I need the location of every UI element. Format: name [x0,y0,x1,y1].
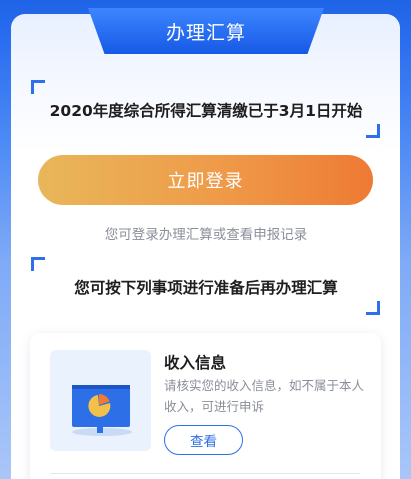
item-description: 请核实您的收入信息，如不属于本人收入，可进行申诉 [164,378,365,414]
income-thumbnail [50,350,151,451]
frame-corner-top-left [31,80,45,94]
prep-heading: 您可按下列事项进行准备后再办理汇算 [74,279,338,297]
income-info-card: 收入信息 请核实您的收入信息，如不属于本人收入，可进行申诉 查看 [30,333,381,479]
frame-corner-bottom-right [366,301,380,315]
divider [50,473,360,474]
login-hint-text: 您可登录办理汇算或查看申报记录 [104,227,308,243]
frame-corner-bottom-right [366,124,380,138]
item-title: 收入信息 [164,354,227,372]
announcement-text: 2020年度综合所得汇算清缴已于3月1日开始 [49,102,363,120]
frame-corner-top-left [31,257,45,271]
login-button[interactable]: 立即登录 [38,155,373,205]
view-button[interactable]: 查看 [164,425,243,455]
presentation-pie-chart-icon [72,385,132,436]
banner-title: 办理汇算 [165,21,246,44]
